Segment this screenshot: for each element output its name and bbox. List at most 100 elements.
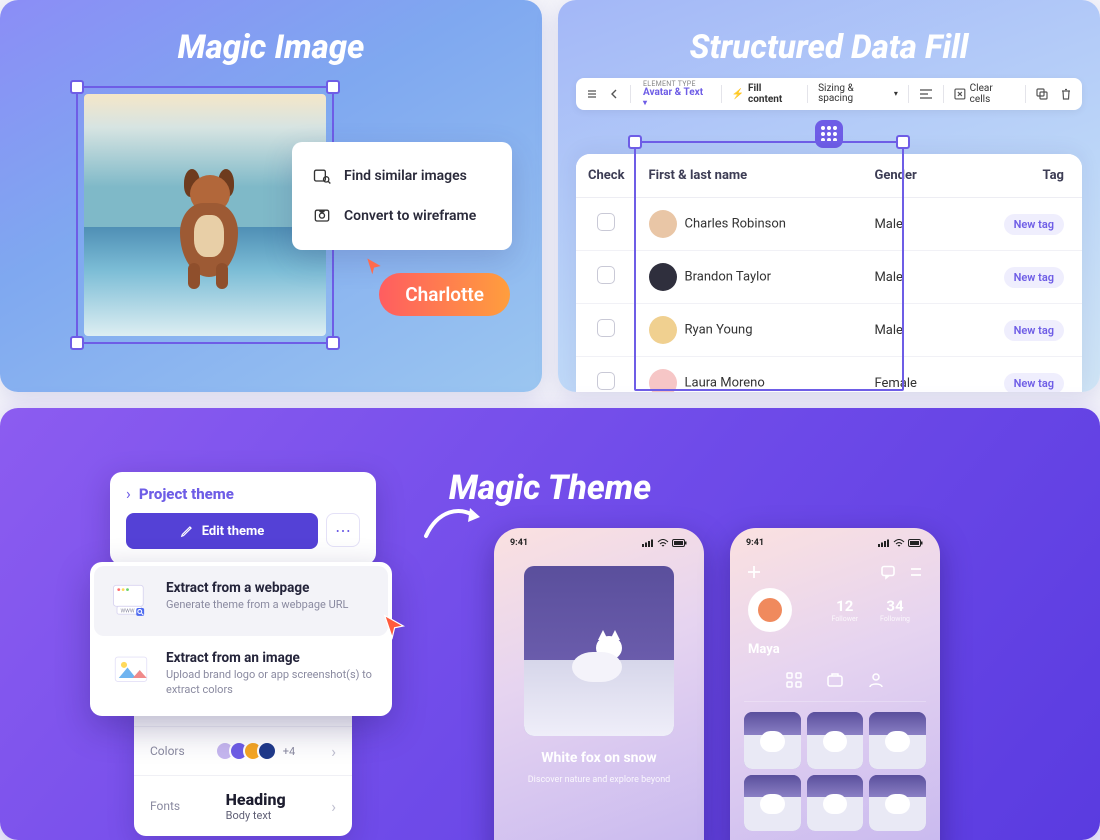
cell-name: Laura Moreno: [637, 357, 863, 393]
add-button[interactable]: [746, 564, 762, 580]
data-table: Check First & last name Gender Tag Charl…: [576, 154, 1082, 392]
stat-number: 34: [880, 597, 910, 615]
stat-number: 12: [832, 597, 859, 615]
toolbar-menu-button[interactable]: [582, 88, 602, 100]
chevron-right-icon: ›: [331, 797, 336, 816]
gallery-thumb[interactable]: [744, 775, 801, 832]
panel-title: Project theme: [139, 485, 234, 503]
phone-preview-profile: 9:41 12Follower34Following Maya: [730, 528, 940, 840]
tab-profile[interactable]: [867, 671, 885, 693]
color-swatches: [221, 741, 277, 761]
gallery-thumb[interactable]: [869, 775, 926, 832]
chevron-right-icon: ›: [331, 742, 336, 761]
cell-tag[interactable]: New tag: [1004, 373, 1064, 393]
theme-details-panel: Colors +4 › Fonts Heading Body text ›: [134, 702, 352, 836]
delete-button[interactable]: [1056, 88, 1076, 100]
toolbar-back-button[interactable]: [606, 89, 624, 99]
col-tag: Tag: [955, 154, 1082, 198]
hero-caption-desc: Discover nature and explore beyond: [494, 774, 704, 787]
webpage-icon: WWW: [110, 580, 152, 622]
cell-gender: Male: [862, 304, 955, 357]
extract-from-image-item[interactable]: Extract from an image Upload brand logo …: [94, 636, 388, 712]
magic-image-card: Magic Image Find similar images: [0, 0, 542, 392]
gallery-thumb[interactable]: [869, 712, 926, 769]
magic-image-title: Magic Image: [0, 0, 542, 67]
fill-content-button[interactable]: ⚡ Fill content: [728, 83, 802, 105]
resize-handle-br[interactable]: [326, 336, 340, 350]
table-row: Charles RobinsonMale New tag: [576, 198, 1082, 251]
cell-tag[interactable]: New tag: [1004, 214, 1064, 235]
colors-row[interactable]: Colors +4 ›: [134, 726, 352, 775]
convert-wireframe-item[interactable]: Convert to wireframe: [292, 196, 512, 236]
element-type-dropdown[interactable]: ELEMENT TYPE Avatar & Text ▾: [637, 79, 715, 110]
cell-name: Ryan Young: [637, 304, 863, 357]
grid-mode-button[interactable]: [815, 120, 843, 148]
find-similar-label: Find similar images: [344, 168, 467, 184]
status-bar: 9:41: [494, 528, 704, 558]
convert-wireframe-icon: [312, 206, 332, 226]
col-check: Check: [576, 154, 637, 198]
fonts-row[interactable]: Fonts Heading Body text ›: [134, 775, 352, 836]
project-theme-panel: › Project theme Edit theme ⋯: [110, 472, 376, 565]
fonts-body: Body text: [226, 809, 286, 822]
extract-image-title: Extract from an image: [166, 650, 372, 666]
sel-handle-tl[interactable]: [628, 135, 642, 149]
stat-label: Following: [880, 615, 910, 623]
row-checkbox[interactable]: [597, 213, 615, 231]
menu-icon[interactable]: [908, 564, 924, 580]
row-checkbox[interactable]: [597, 372, 615, 390]
magic-theme-card: Magic Theme › Project theme Edit theme ⋯: [0, 408, 1100, 840]
status-indicators: [642, 538, 688, 548]
resize-handle-tl[interactable]: [70, 80, 84, 94]
gallery-thumb[interactable]: [807, 775, 864, 832]
selected-image[interactable]: [84, 94, 326, 336]
cell-gender: Female: [862, 357, 955, 393]
tab-grid[interactable]: [785, 671, 803, 693]
resize-handle-bl[interactable]: [70, 336, 84, 350]
image-icon: [110, 650, 152, 692]
gallery-thumb[interactable]: [807, 712, 864, 769]
tab-bar: [744, 665, 926, 702]
more-options-button[interactable]: ⋯: [326, 513, 360, 547]
row-checkbox[interactable]: [597, 319, 615, 337]
sel-handle-tr[interactable]: [896, 135, 910, 149]
edit-theme-button[interactable]: Edit theme: [126, 513, 318, 549]
cell-tag[interactable]: New tag: [1004, 320, 1064, 341]
table-row: Brandon TaylorMale New tag: [576, 251, 1082, 304]
extract-from-webpage-item[interactable]: WWW Extract from a webpage Generate them…: [94, 566, 388, 636]
status-time: 9:41: [746, 538, 764, 548]
cell-name: Brandon Taylor: [637, 251, 863, 304]
duplicate-button[interactable]: [1032, 88, 1052, 100]
fonts-heading: Heading: [226, 790, 286, 809]
svg-text:WWW: WWW: [121, 608, 135, 614]
table-row: Laura MorenoFemale New tag: [576, 357, 1082, 393]
status-time: 9:41: [510, 538, 528, 548]
arrow-icon: [420, 502, 486, 552]
gallery-thumb[interactable]: [744, 712, 801, 769]
clear-cells-button[interactable]: Clear cells: [950, 83, 1019, 105]
extract-webpage-title: Extract from a webpage: [166, 580, 348, 596]
phone-preview-detail: 9:41 White fox on snow Discover nature a…: [494, 528, 704, 840]
cell-gender: Male: [862, 251, 955, 304]
extract-image-desc: Upload brand logo or app screenshot(s) t…: [166, 668, 372, 698]
resize-handle-tr[interactable]: [326, 80, 340, 94]
stat-label: Follower: [832, 615, 859, 623]
collaborator-cursor-icon: [364, 256, 384, 276]
sizing-spacing-button[interactable]: Sizing & spacing ▾: [814, 84, 902, 104]
avatar[interactable]: [748, 588, 792, 632]
element-toolbar: ELEMENT TYPE Avatar & Text ▾ ⚡ Fill cont…: [576, 78, 1082, 110]
row-checkbox[interactable]: [597, 266, 615, 284]
panel-collapse-icon[interactable]: ›: [126, 484, 131, 503]
bolt-icon: ⚡: [732, 89, 744, 100]
cell-gender: Male: [862, 198, 955, 251]
align-button[interactable]: [915, 88, 937, 100]
find-similar-images-item[interactable]: Find similar images: [292, 156, 512, 196]
image-context-menu: Find similar images Convert to wireframe: [292, 142, 512, 250]
hero-image[interactable]: [524, 566, 674, 736]
photo-grid: [730, 702, 940, 831]
tab-media[interactable]: [826, 671, 844, 693]
cell-name: Charles Robinson: [637, 198, 863, 251]
extract-menu: WWW Extract from a webpage Generate them…: [90, 562, 392, 716]
cell-tag[interactable]: New tag: [1004, 267, 1064, 288]
chat-icon[interactable]: [880, 564, 896, 580]
